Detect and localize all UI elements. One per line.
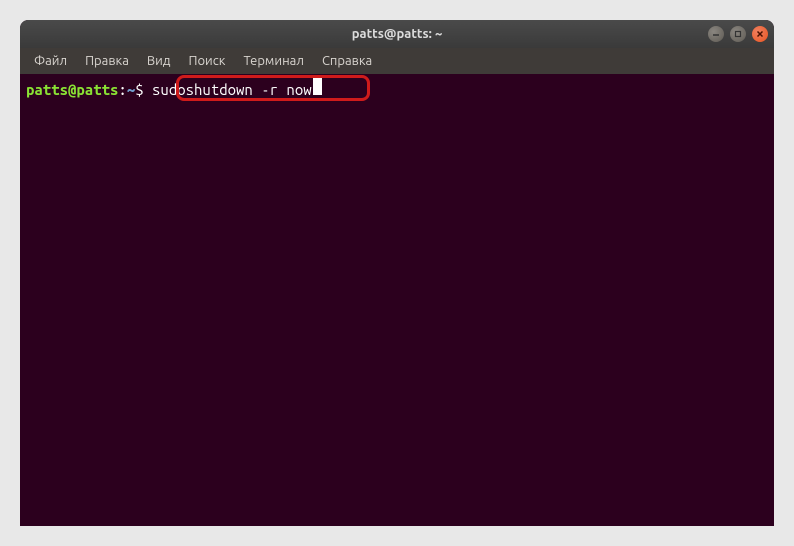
menu-help[interactable]: Справка: [314, 51, 380, 71]
close-icon[interactable]: [752, 26, 768, 42]
menubar: Файл Правка Вид Поиск Терминал Справка: [20, 48, 774, 74]
minimize-icon[interactable]: [708, 26, 724, 42]
titlebar[interactable]: patts@patts: ~: [20, 20, 774, 48]
window-controls: [708, 26, 768, 42]
window-title: patts@patts: ~: [352, 27, 443, 41]
prompt-line: patts@patts:~$ sudoshutdown -r now: [26, 78, 768, 100]
terminal-window: patts@patts: ~ Файл Правка Вид Поиск Тер…: [20, 20, 774, 526]
prompt-path: ~: [127, 80, 135, 100]
menu-edit[interactable]: Правка: [77, 51, 137, 71]
menu-view[interactable]: Вид: [139, 51, 179, 71]
terminal-body[interactable]: patts@patts:~$ sudoshutdown -r now: [20, 74, 774, 526]
menu-search[interactable]: Поиск: [180, 51, 233, 71]
menu-terminal[interactable]: Терминал: [235, 51, 311, 71]
prompt-user: patts@patts: [26, 80, 118, 100]
maximize-icon[interactable]: [730, 26, 746, 42]
prompt-dollar: $: [135, 80, 152, 100]
cursor: [313, 78, 322, 95]
menu-file[interactable]: Файл: [26, 51, 75, 71]
command-text: sudoshutdown -r now: [152, 80, 312, 100]
prompt-sep: :: [118, 80, 126, 100]
